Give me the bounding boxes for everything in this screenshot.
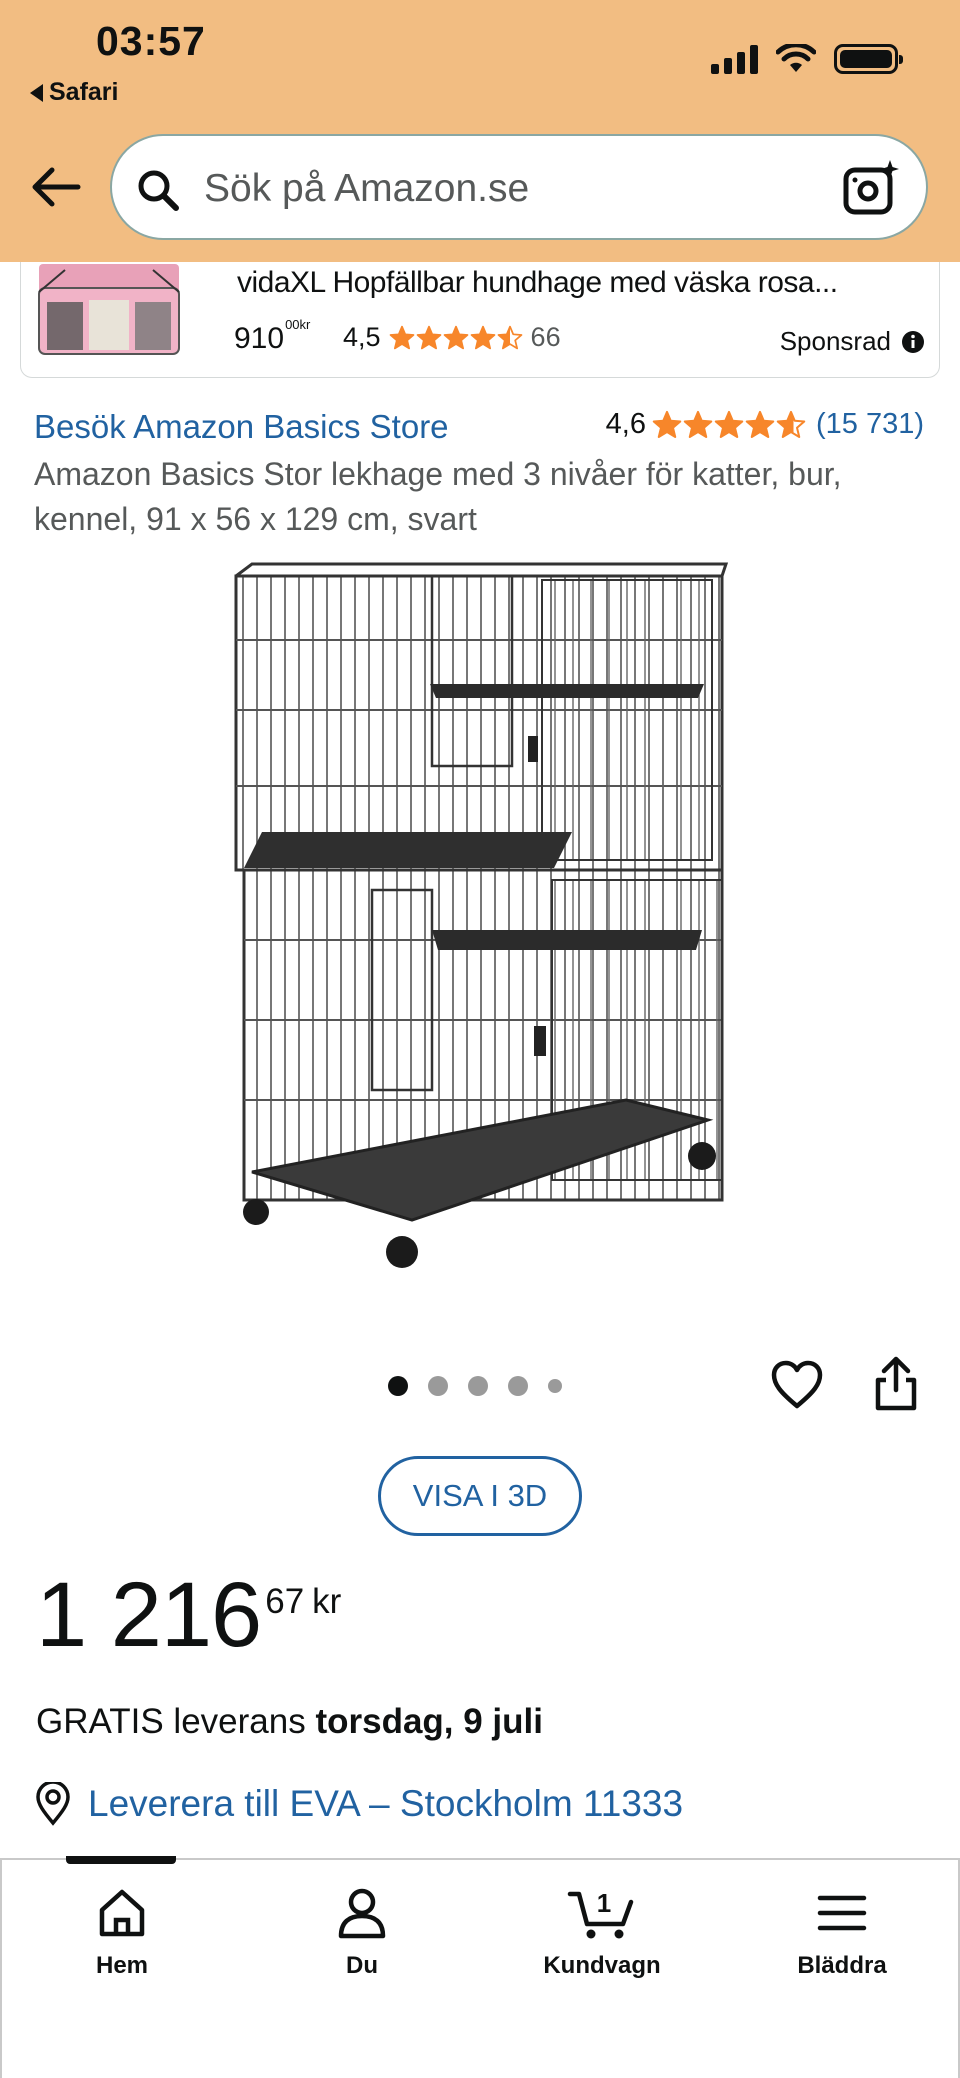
sponsored-ad[interactable]: vidaXL Hopfällbar hundhage med väska ros…	[20, 262, 940, 378]
sponsored-review-count: 66	[530, 322, 561, 352]
sponsored-rating-value: 4,5	[343, 322, 381, 352]
sponsored-rating: 4,5 66	[343, 322, 561, 353]
home-icon	[99, 1889, 145, 1937]
sponsored-label[interactable]: Sponsrad	[780, 326, 925, 357]
sponsored-price-currency: kr	[299, 317, 311, 332]
person-icon	[338, 1888, 386, 1939]
search-icon	[138, 170, 179, 211]
nav-item-browse[interactable]: Bläddra	[742, 1886, 942, 1980]
nav-label-home: Hem	[95, 1952, 149, 1979]
info-icon[interactable]	[901, 330, 925, 354]
nav-item-you[interactable]: Du	[262, 1886, 462, 1980]
star-icon	[652, 410, 682, 438]
view-in-3d-button[interactable]: VISA I 3D	[378, 1456, 582, 1536]
cart-icon: 1	[567, 1888, 634, 1939]
image-dot[interactable]	[428, 1376, 448, 1396]
star-icon	[389, 325, 414, 349]
product-rating-value: 4,6	[605, 408, 646, 440]
cart-badge-count: 1	[597, 1888, 611, 1918]
bottom-navigation: Hem Du 1 Kundvagn Bläddra	[0, 1856, 960, 2078]
active-tab-indicator	[66, 1856, 176, 1864]
back-to-safari[interactable]: Safari	[30, 78, 118, 107]
star-icon	[416, 325, 441, 349]
status-time: 03:57	[96, 18, 206, 64]
sponsored-label-text: Sponsrad	[779, 326, 891, 356]
sponsored-price-whole: 910	[234, 322, 285, 355]
product-rating[interactable]: 4,6 (15 731)	[606, 408, 924, 441]
star-icon	[714, 410, 744, 438]
sponsored-title[interactable]: vidaXL Hopfällbar hundhage med väska ros…	[237, 266, 937, 300]
wifi-icon	[776, 44, 816, 72]
cellular-signal-icon	[711, 44, 758, 74]
product-title: Amazon Basics Stor lekhage med 3 nivåer …	[34, 456, 842, 537]
star-icon	[470, 325, 495, 349]
nav-label-browse: Bläddra	[797, 1952, 887, 1979]
camera-search-icon[interactable]	[842, 158, 902, 216]
deliver-to-link[interactable]: Leverera till EVA – Stockholm 11333	[34, 1782, 683, 1826]
price-currency: kr	[312, 1582, 342, 1621]
image-dot[interactable]	[468, 1376, 488, 1396]
star-icon	[745, 410, 775, 438]
back-arrow-icon[interactable]	[28, 160, 82, 214]
star-icon	[497, 325, 522, 349]
product-image[interactable]	[222, 560, 738, 1290]
back-triangle-icon	[30, 83, 43, 102]
location-pin-icon	[36, 1782, 70, 1826]
delivery-info: GRATIS leverans torsdag, 9 juli	[36, 1702, 543, 1742]
sponsored-price: 91000kr	[234, 317, 310, 356]
search-bar[interactable]	[110, 134, 928, 240]
nav-label-you: Du	[346, 1952, 378, 1979]
battery-icon	[834, 44, 903, 74]
nav-label-cart: Kundvagn	[543, 1952, 661, 1979]
image-dot[interactable]	[548, 1379, 562, 1393]
share-icon[interactable]	[872, 1356, 920, 1412]
star-icon	[443, 325, 468, 349]
star-rating-icon	[389, 325, 523, 351]
star-icon	[683, 410, 713, 438]
sponsored-price-fraction: 00	[285, 317, 300, 332]
price-fraction: 67	[265, 1582, 305, 1621]
back-app-label: Safari	[49, 78, 119, 106]
sponsored-product-thumbnail	[38, 264, 180, 355]
image-dot[interactable]	[508, 1376, 528, 1396]
status-icons	[711, 44, 903, 74]
product-price: 1 216 67 kr	[36, 1560, 341, 1670]
deliver-to-text[interactable]: Leverera till EVA – Stockholm 11333	[88, 1783, 683, 1825]
search-input[interactable]	[204, 164, 804, 214]
nav-item-home[interactable]: Hem	[22, 1886, 222, 1980]
star-icon	[776, 410, 806, 438]
price-whole: 1 216	[36, 1564, 262, 1666]
product-review-count[interactable]: (15 731)	[816, 408, 924, 441]
image-dot[interactable]	[388, 1376, 408, 1396]
app-header: 03:57 Safari	[0, 0, 960, 262]
heart-icon[interactable]	[770, 1360, 824, 1410]
star-rating-icon	[652, 410, 806, 440]
nav-item-cart[interactable]: 1 Kundvagn	[502, 1886, 702, 1980]
menu-icon	[817, 1895, 867, 1931]
store-link[interactable]: Besök Amazon Basics Store	[34, 408, 449, 446]
delivery-prefix: GRATIS leverans	[36, 1702, 306, 1741]
image-pagination-dots[interactable]	[388, 1376, 562, 1396]
delivery-date: torsdag, 9 juli	[315, 1702, 543, 1741]
